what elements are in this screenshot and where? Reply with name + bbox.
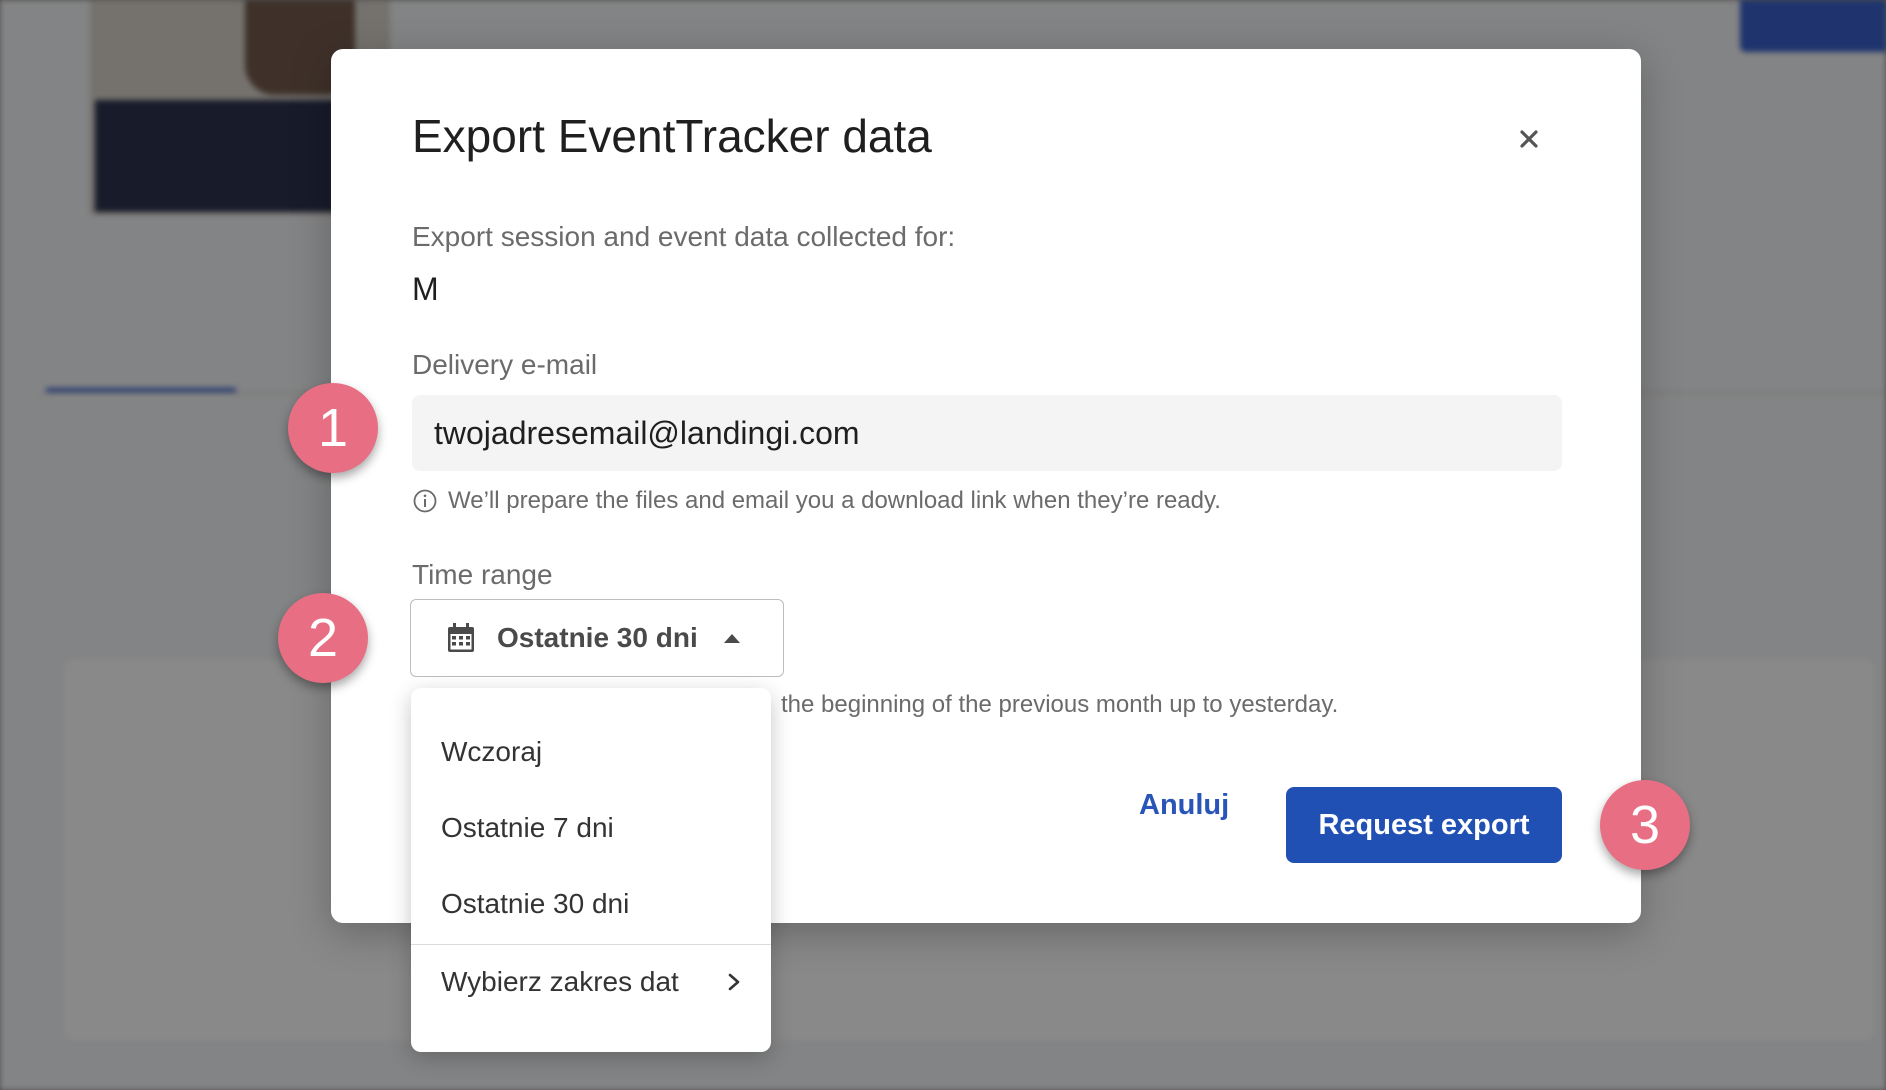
email-label: Delivery e-mail <box>412 349 598 380</box>
time-range-dropdown: Wczoraj Ostatnie 7 dni Ostatnie 30 dni W… <box>411 688 771 1052</box>
time-range-note: the beginning of the previous month up t… <box>781 691 1339 718</box>
dropdown-option-custom-range[interactable]: Wybierz zakres dat <box>441 966 741 998</box>
modal-title: Export EventTracker data <box>412 110 932 162</box>
step-badge-1: 1 <box>288 383 378 473</box>
calendar-icon <box>448 623 474 652</box>
request-export-button[interactable]: Request export <box>1286 787 1562 863</box>
step-badge-3: 3 <box>1600 780 1690 870</box>
dropdown-option-yesterday[interactable]: Wczoraj <box>441 736 542 768</box>
hint-text: We’ll prepare the files and email you a … <box>412 487 1221 515</box>
cancel-button[interactable]: Anuluj <box>1139 789 1229 822</box>
intro-value: M <box>412 271 439 307</box>
info-icon <box>413 489 437 513</box>
dropdown-option-last-30-days[interactable]: Ostatnie 30 dni <box>441 888 629 920</box>
time-range-select[interactable]: Ostatnie 30 dni <box>410 599 784 677</box>
caret-up-icon <box>723 633 740 643</box>
time-range-label: Time range <box>412 559 553 590</box>
time-range-value: Ostatnie 30 dni <box>497 622 698 653</box>
intro-label: Export session and event data collected … <box>412 221 956 252</box>
dropdown-option-last-7-days[interactable]: Ostatnie 7 dni <box>441 812 614 844</box>
dropdown-divider <box>411 944 771 945</box>
chevron-right-icon <box>728 973 740 991</box>
close-icon <box>1520 130 1538 148</box>
custom-range-label: Wybierz zakres dat <box>441 966 679 997</box>
email-field[interactable] <box>412 395 1562 471</box>
step-badge-2: 2 <box>278 593 368 683</box>
hint-label: We’ll prepare the files and email you a … <box>448 487 1221 514</box>
close-button[interactable] <box>1507 117 1551 161</box>
